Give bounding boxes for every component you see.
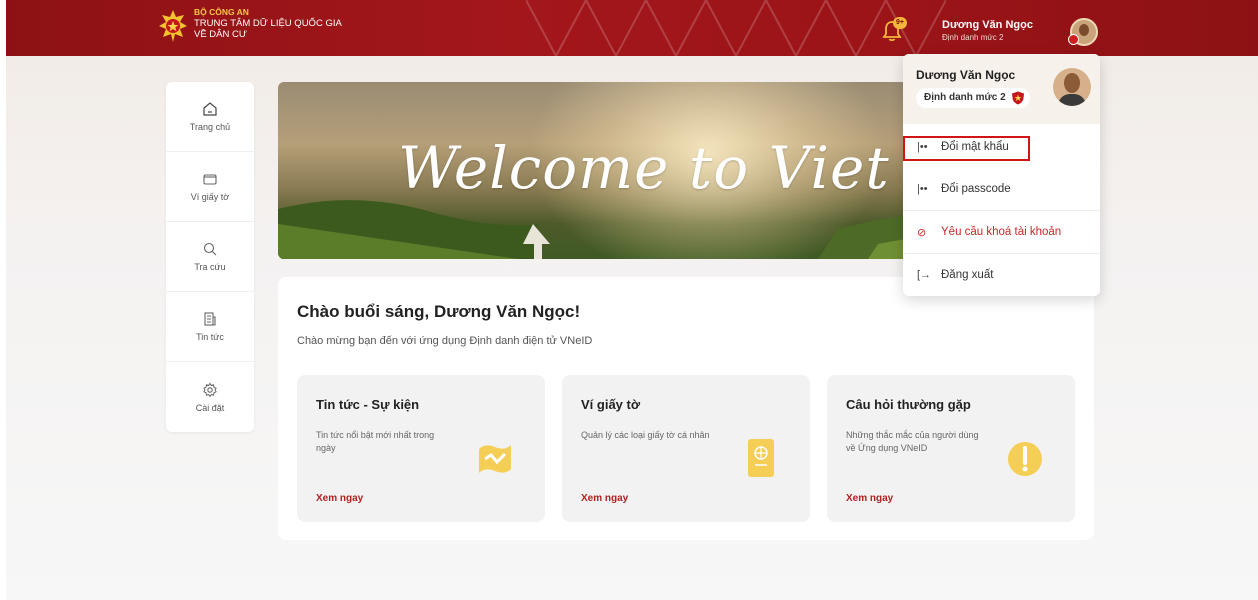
logout-icon: [→ bbox=[917, 269, 932, 281]
sidebar-item-settings[interactable]: Cài đặt bbox=[166, 362, 254, 432]
sidebar-item-news[interactable]: Tin tức bbox=[166, 292, 254, 362]
sidebar-item-wallet[interactable]: Ví giấy tờ bbox=[166, 152, 254, 222]
header-user-name: Dương Văn Ngọc bbox=[942, 19, 1033, 31]
greeting-subtitle: Chào mừng bạn đến với ứng dụng Định danh… bbox=[297, 335, 593, 347]
settings-icon bbox=[203, 382, 217, 397]
feature-card-faq[interactable]: Câu hỏi thường gặp Những thắc mắc của ng… bbox=[827, 375, 1075, 522]
sidebar-item-search[interactable]: Tra cứu bbox=[166, 222, 254, 292]
side-navigation: Trang chủ Ví giấy tờ Tra cứu Tin tức Cài… bbox=[166, 82, 254, 432]
block-icon: ⊘ bbox=[917, 226, 927, 239]
logout-item[interactable]: [→ Đăng xuất bbox=[903, 254, 1100, 296]
faq-card-icon bbox=[1008, 442, 1042, 476]
sidebar-item-label: Tin tức bbox=[196, 332, 224, 342]
news-icon bbox=[204, 312, 216, 326]
change-passcode-item[interactable]: |•• Đổi passcode bbox=[903, 168, 1100, 210]
feature-card-news[interactable]: Tin tức - Sự kiện Tin tức nổi bật mới nh… bbox=[297, 375, 545, 522]
dropdown-avatar bbox=[1053, 68, 1091, 106]
passport-card-icon bbox=[748, 439, 774, 477]
search-icon bbox=[203, 242, 217, 256]
dropdown-user-name: Dương Văn Ngọc bbox=[916, 68, 1016, 82]
feature-card-link[interactable]: Xem ngay bbox=[846, 493, 893, 504]
highlight-box bbox=[903, 136, 1030, 161]
header-user-info[interactable]: Dương Văn Ngọc Định danh mức 2 bbox=[942, 19, 1033, 42]
police-emblem-icon[interactable] bbox=[158, 9, 188, 43]
greeting-title: Chào buổi sáng, Dương Văn Ngọc! bbox=[297, 302, 581, 321]
feature-card-desc: Quản lý các loại giấy tờ cá nhân bbox=[581, 430, 710, 440]
feature-card-desc: Tin tức nổi bật mới nhất trong ngày bbox=[316, 430, 435, 453]
feature-card-desc: Những thắc mắc của người dùng về Ứng dụn… bbox=[846, 430, 979, 453]
dropdown-user-level: Định danh mức 2 bbox=[916, 88, 1030, 108]
brand-text[interactable]: BỘ CÔNG AN TRUNG TÂM DỮ LIỆU QUỐC GIA VỀ… bbox=[194, 7, 342, 40]
feature-card-title: Ví giấy tờ bbox=[581, 397, 641, 412]
dropdown-profile-header: Dương Văn Ngọc Định danh mức 2 bbox=[903, 54, 1100, 124]
feature-card-link[interactable]: Xem ngay bbox=[581, 493, 628, 504]
feature-card-title: Câu hỏi thường gặp bbox=[846, 397, 971, 412]
logout-label: Đăng xuất bbox=[941, 269, 994, 281]
shield-badge-icon bbox=[1011, 91, 1024, 105]
feature-card-wallet[interactable]: Ví giấy tờ Quản lý các loại giấy tờ cá n… bbox=[562, 375, 810, 522]
brand-line-3: VỀ DÂN CƯ bbox=[194, 29, 247, 40]
welcome-card: Chào buổi sáng, Dương Văn Ngọc! Chào mừn… bbox=[278, 277, 1094, 540]
wallet-icon bbox=[203, 174, 217, 185]
sidebar-item-label: Tra cứu bbox=[194, 262, 226, 272]
header-user-level: Định danh mức 2 bbox=[942, 33, 1004, 42]
lock-account-item[interactable]: ⊘ Yêu cầu khoá tài khoản bbox=[903, 211, 1100, 253]
feature-card-title: Tin tức - Sự kiện bbox=[316, 397, 420, 412]
banner-title: Welcome to Viet N bbox=[398, 134, 961, 202]
dropdown-user-level-text: Định danh mức 2 bbox=[924, 92, 1006, 103]
sidebar-item-label: Ví giấy tờ bbox=[190, 192, 230, 202]
brand-line-2: TRUNG TÂM DỮ LIỆU QUỐC GIA bbox=[194, 18, 342, 29]
passcode-icon: |•• bbox=[917, 183, 928, 195]
home-icon bbox=[203, 102, 217, 116]
lock-account-label: Yêu cầu khoá tài khoản bbox=[941, 226, 1062, 238]
change-passcode-label: Đổi passcode bbox=[941, 183, 1011, 195]
brand-line-1: BỘ CÔNG AN bbox=[194, 7, 249, 17]
notification-badge: 9+ bbox=[893, 17, 907, 29]
account-dropdown: Dương Văn Ngọc Định danh mức 2 |•• Đổi m… bbox=[903, 54, 1100, 296]
sidebar-item-label: Trang chủ bbox=[189, 122, 231, 132]
sidebar-item-home[interactable]: Trang chủ bbox=[166, 82, 254, 152]
avatar-badge-icon bbox=[1068, 34, 1079, 45]
feature-card-link[interactable]: Xem ngay bbox=[316, 493, 363, 504]
news-card-icon bbox=[479, 445, 511, 473]
sidebar-item-label: Cài đặt bbox=[195, 402, 225, 413]
